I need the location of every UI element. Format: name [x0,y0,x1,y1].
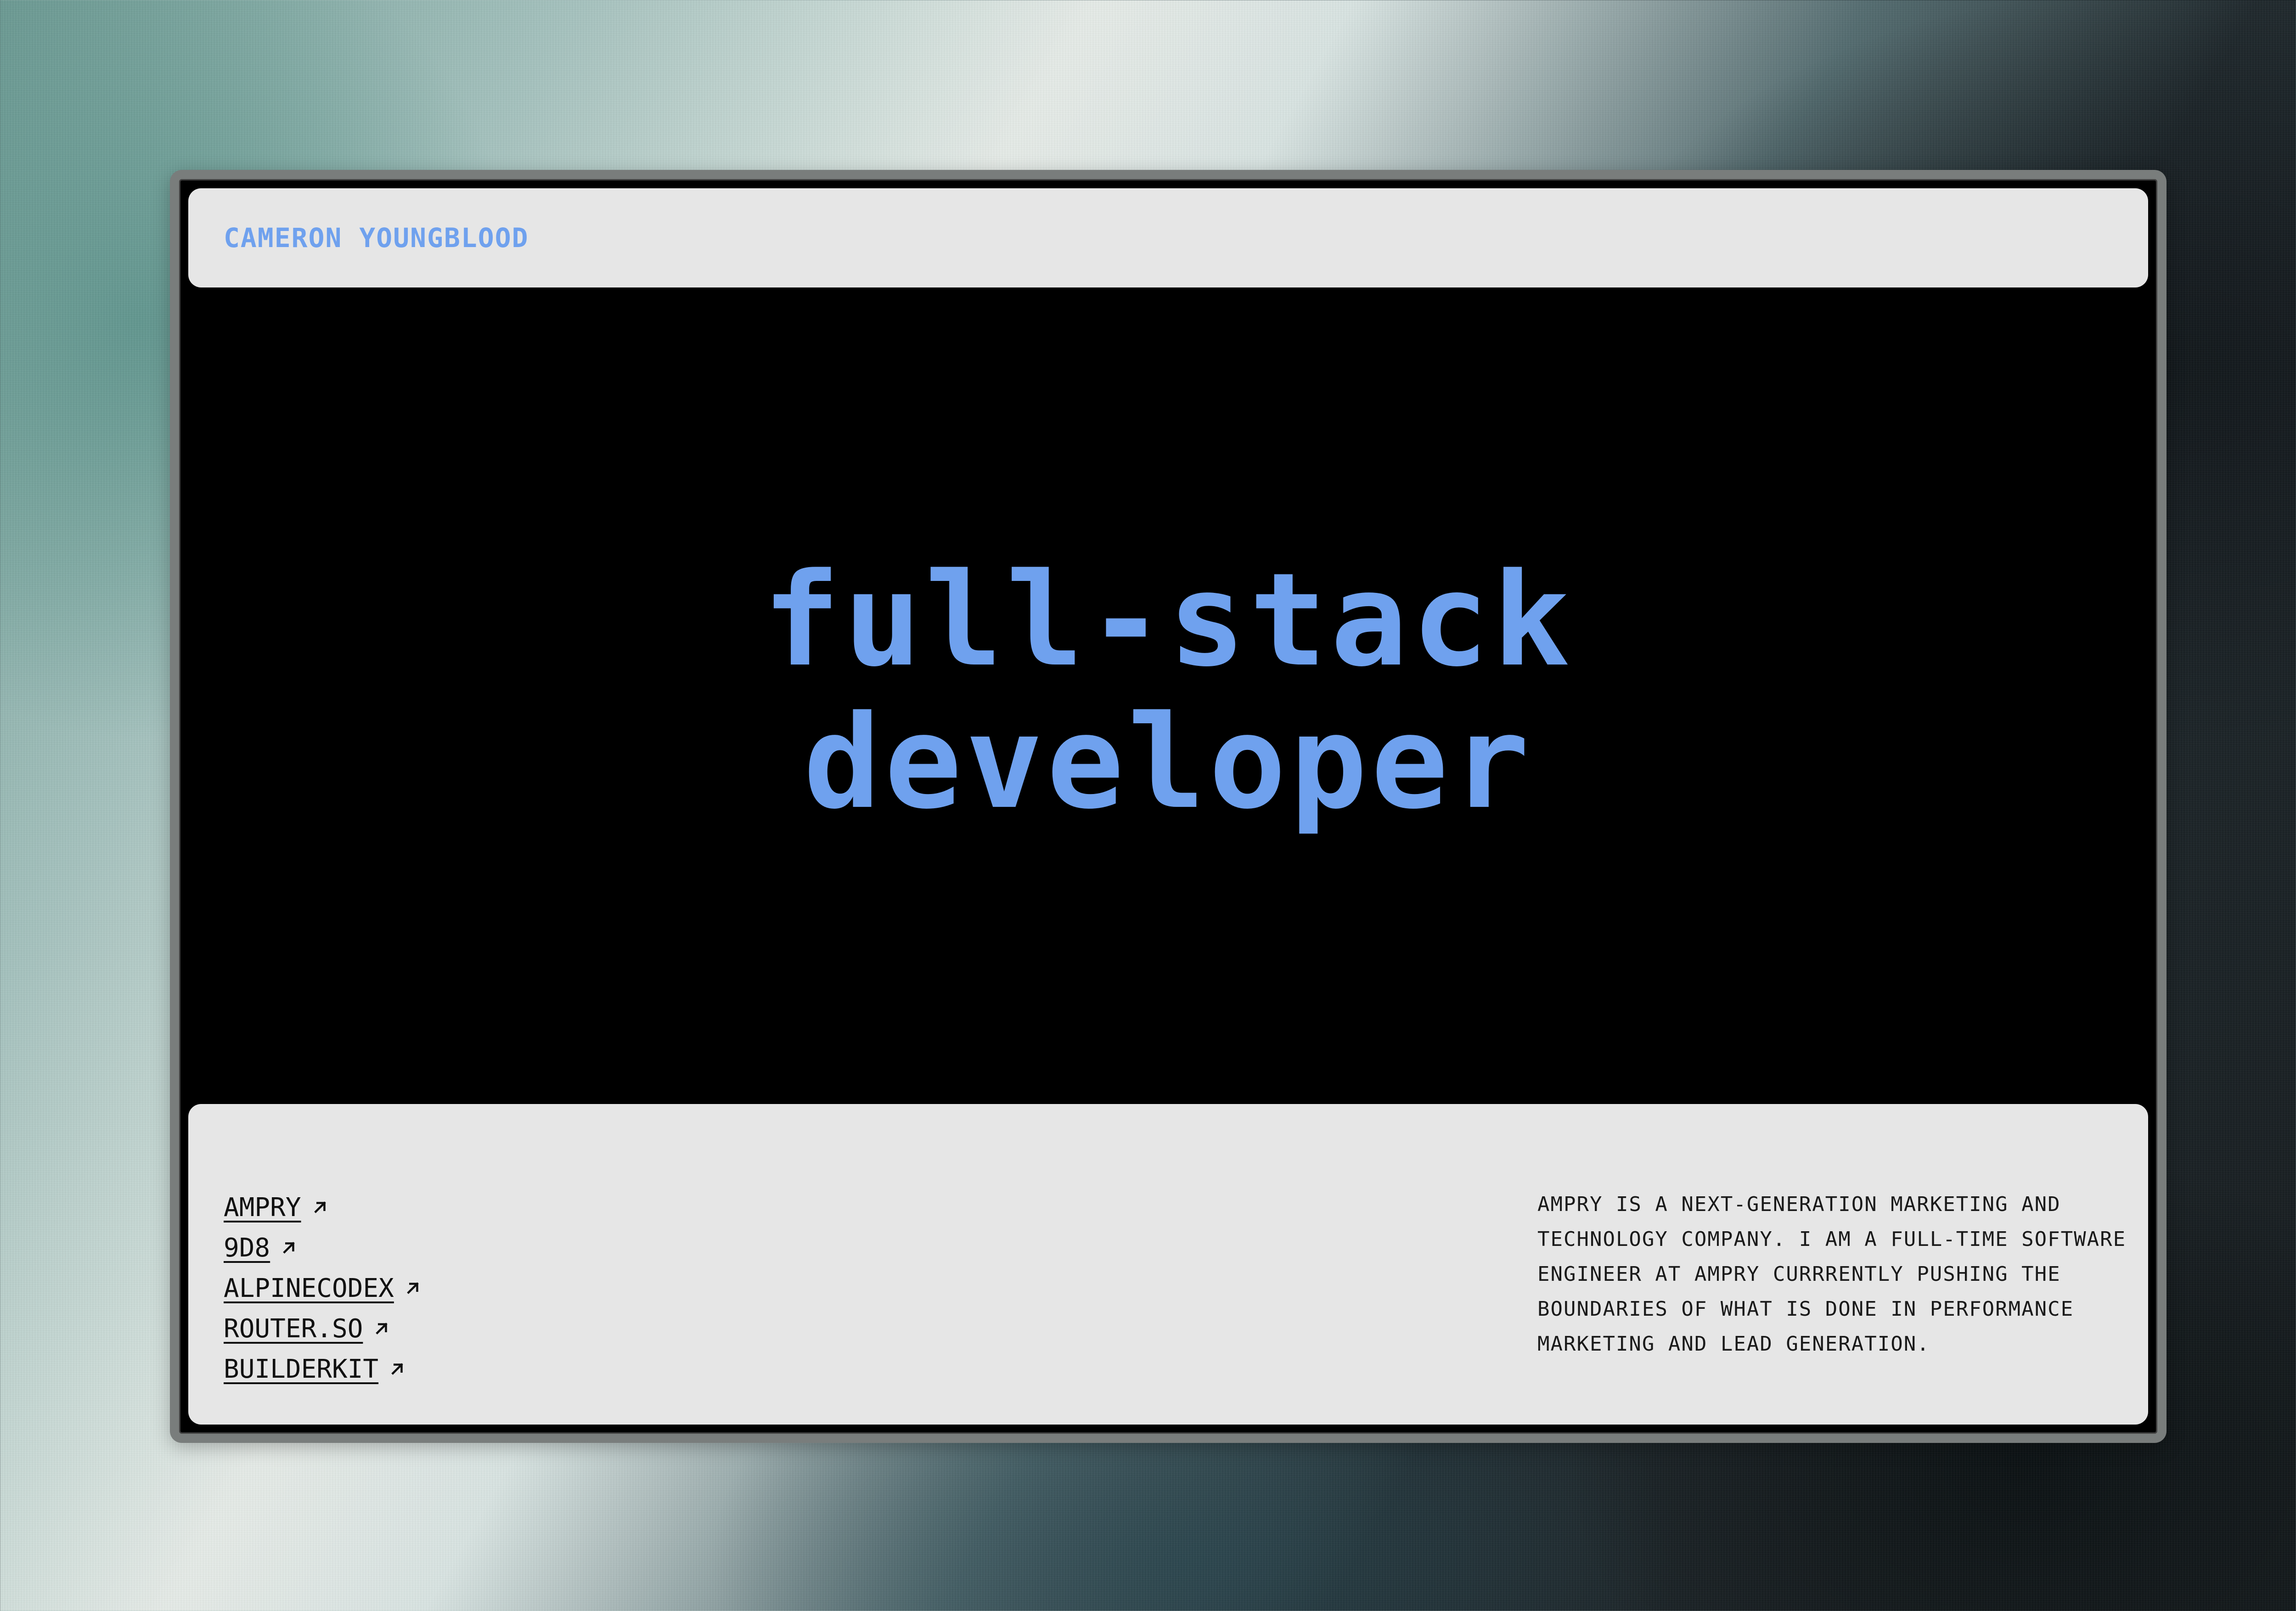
project-link-ampry[interactable]: AMPRY [224,1187,422,1228]
project-link-label[interactable]: 9D8 [224,1233,270,1263]
project-link-builderkit[interactable]: BUILDERKIT [224,1349,422,1389]
site-header: CAMERON YOUNGBLOOD [188,188,2148,287]
external-link-arrow-icon [311,1199,329,1216]
project-link-label[interactable]: ROUTER.SO [224,1314,363,1344]
project-link-9d8[interactable]: 9D8 [224,1228,422,1268]
company-description: AMPRY IS A NEXT-GENERATION MARKETING AND… [1537,1193,2127,1356]
browser-window: CAMERON YOUNGBLOOD full-stack developer … [170,170,2167,1443]
external-link-arrow-icon [404,1279,422,1297]
hero-section: full-stack developer [179,287,2157,1087]
project-link-label[interactable]: BUILDERKIT [224,1354,378,1384]
external-link-arrow-icon [388,1360,406,1378]
project-links-list: AMPRY 9D8 ALPINECODEX ROUTER.SO BUILDERK… [224,1187,422,1389]
external-link-arrow-icon [373,1320,390,1337]
project-link-label[interactable]: ALPINECODEX [224,1273,394,1303]
project-link-label[interactable]: AMPRY [224,1193,301,1222]
hero-title-line-2: developer [803,688,1533,838]
project-link-router-so[interactable]: ROUTER.SO [224,1308,422,1349]
hero-title-line-1: full-stack [763,546,1574,695]
site-footer: AMPRY 9D8 ALPINECODEX ROUTER.SO BUILDERK… [188,1104,2148,1425]
site-brand-name[interactable]: CAMERON YOUNGBLOOD [224,222,529,253]
project-link-alpinecodex[interactable]: ALPINECODEX [224,1268,422,1308]
external-link-arrow-icon [280,1239,298,1256]
